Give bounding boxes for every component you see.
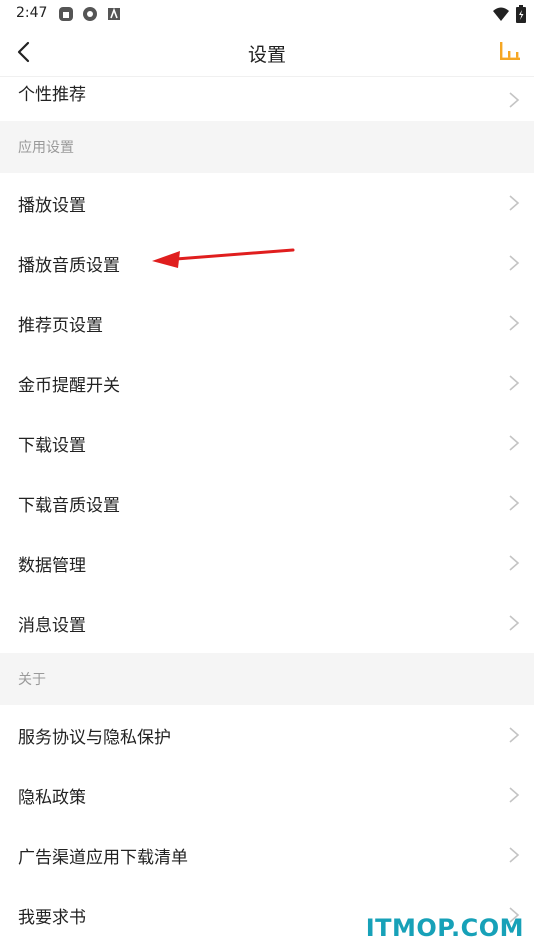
- row-label: 隐私政策: [18, 787, 86, 808]
- status-icons-left: [58, 6, 122, 22]
- chevron-right-icon: [509, 615, 520, 631]
- row-label: 个性推荐: [18, 85, 86, 105]
- section-header-about: 关于: [0, 653, 534, 705]
- chevron-right-icon: [509, 375, 520, 391]
- page-title: 设置: [247, 44, 286, 66]
- row-label: 金币提醒开关: [18, 375, 120, 396]
- chevron-right-icon: [509, 255, 520, 271]
- settings-list: 个性推荐 应用设置 播放设置 播放音质设置 推荐页设置 金币提醒开关 下载设置 …: [0, 77, 534, 945]
- row-ad-channel-download-list[interactable]: 广告渠道应用下载清单: [0, 825, 534, 885]
- nav-bar: 设置: [0, 28, 534, 77]
- section-header-app-settings: 应用设置: [0, 121, 534, 173]
- status-bar: 2:47: [0, 0, 534, 28]
- chevron-right-icon: [509, 435, 520, 451]
- status-time: 2:47: [16, 5, 48, 21]
- row-privacy-policy[interactable]: 隐私政策: [0, 765, 534, 825]
- text-notification-icon: [106, 6, 122, 22]
- stats-button[interactable]: [496, 38, 524, 66]
- chevron-right-icon: [509, 195, 520, 211]
- row-label: 广告渠道应用下载清单: [18, 847, 188, 868]
- row-download-quality-settings[interactable]: 下载音质设置: [0, 473, 534, 533]
- row-coin-reminder-toggle[interactable]: 金币提醒开关: [0, 353, 534, 413]
- row-recommend-page-settings[interactable]: 推荐页设置: [0, 293, 534, 353]
- row-label: 推荐页设置: [18, 315, 103, 336]
- row-label: 播放音质设置: [18, 255, 120, 276]
- watermark-text: ITMOP.COM: [365, 914, 524, 942]
- row-personal-recommend[interactable]: 个性推荐: [0, 77, 534, 121]
- chevron-right-icon: [509, 727, 520, 743]
- row-message-settings[interactable]: 消息设置: [0, 593, 534, 653]
- row-play-settings[interactable]: 播放设置: [0, 173, 534, 233]
- sync-notification-icon: [82, 6, 98, 22]
- row-label: 播放设置: [18, 195, 86, 216]
- row-label: 消息设置: [18, 615, 86, 636]
- chevron-right-icon: [509, 787, 520, 803]
- chevron-right-icon: [509, 92, 520, 108]
- wifi-icon: [492, 6, 510, 26]
- row-label: 数据管理: [18, 555, 86, 576]
- status-icons-right: [492, 5, 526, 27]
- chevron-right-icon: [509, 847, 520, 863]
- row-service-agreement[interactable]: 服务协议与隐私保护: [0, 705, 534, 765]
- row-label: 服务协议与隐私保护: [18, 727, 171, 748]
- row-play-quality-settings[interactable]: 播放音质设置: [0, 233, 534, 293]
- chevron-right-icon: [509, 315, 520, 331]
- row-label: 下载设置: [18, 435, 86, 456]
- row-data-management[interactable]: 数据管理: [0, 533, 534, 593]
- row-label: 下载音质设置: [18, 495, 120, 516]
- battery-icon: [516, 5, 526, 27]
- row-download-settings[interactable]: 下载设置: [0, 413, 534, 473]
- bar-chart-icon: [500, 42, 520, 60]
- row-label: 我要求书: [18, 907, 86, 928]
- app-notification-icon: [58, 6, 74, 22]
- chevron-right-icon: [509, 495, 520, 511]
- chevron-right-icon: [509, 555, 520, 571]
